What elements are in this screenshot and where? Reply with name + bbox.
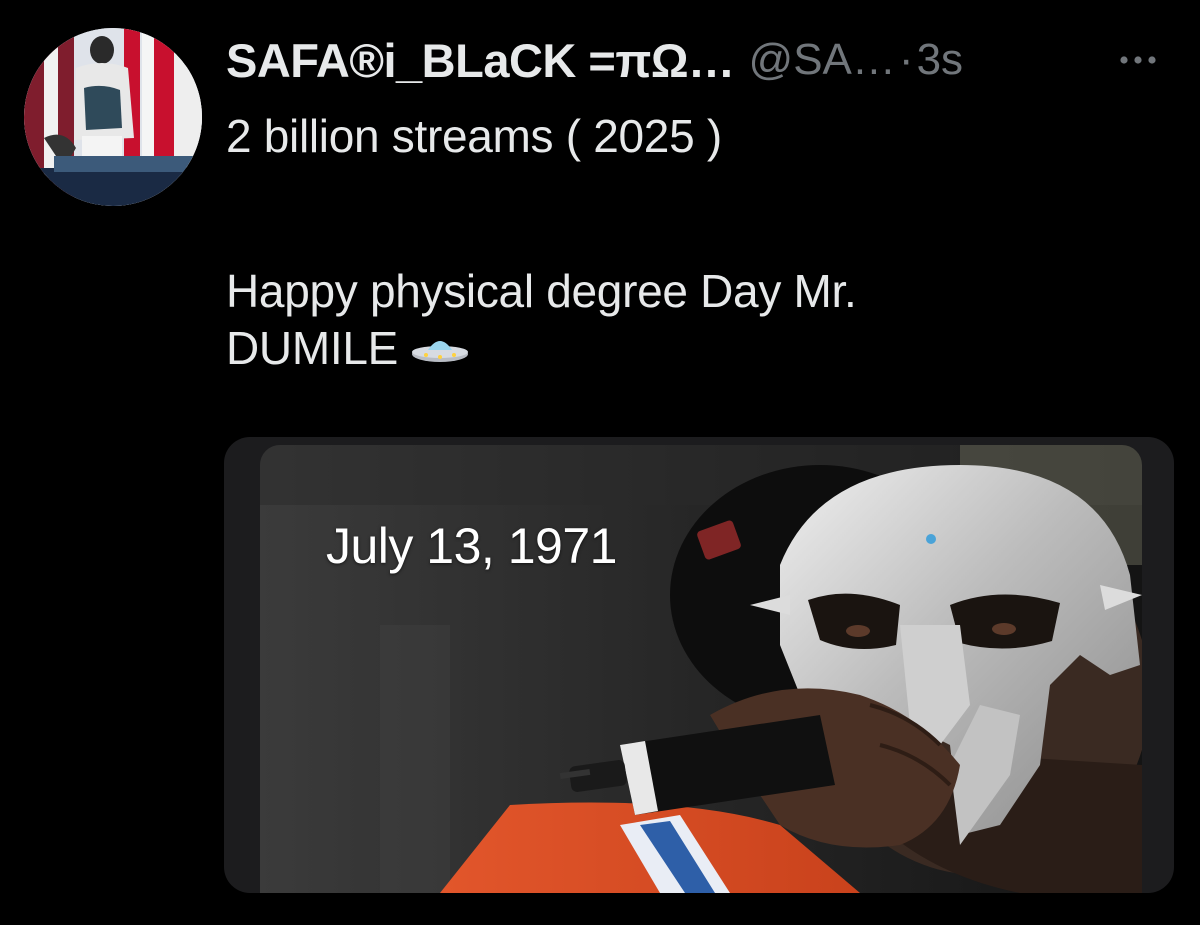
ufo-emoji	[410, 324, 470, 381]
tweet[interactable]: SAFA®i_BLaCK =πΩ… @SA… · 3s 2 billion st…	[0, 0, 1200, 925]
user-handle[interactable]: @SA…	[749, 35, 896, 85]
tweet-text-body: Happy physical degree Day Mr. DUMILE	[226, 263, 1126, 381]
separator-dot: ·	[898, 35, 914, 84]
mf-doom-photo	[260, 445, 1142, 893]
more-icon	[1120, 56, 1156, 64]
tweet-text-line3: DUMILE	[226, 322, 399, 374]
display-name[interactable]: SAFA®i_BLaCK =πΩ…	[226, 33, 735, 88]
more-options-button[interactable]	[1108, 40, 1168, 80]
media-image: July 13, 1971	[260, 445, 1142, 893]
tweet-header: SAFA®i_BLaCK =πΩ… @SA… · 3s	[226, 30, 1186, 90]
date-caption: July 13, 1971	[326, 518, 617, 574]
avatar-image	[24, 28, 202, 206]
tweet-text-line1: 2 billion streams ( 2025 )	[226, 110, 722, 162]
timestamp[interactable]: 3s	[917, 35, 963, 85]
avatar[interactable]	[24, 28, 202, 206]
tweet-text-line2: Happy physical degree Day Mr.	[226, 265, 857, 317]
media-card[interactable]: July 13, 1971	[224, 437, 1174, 893]
